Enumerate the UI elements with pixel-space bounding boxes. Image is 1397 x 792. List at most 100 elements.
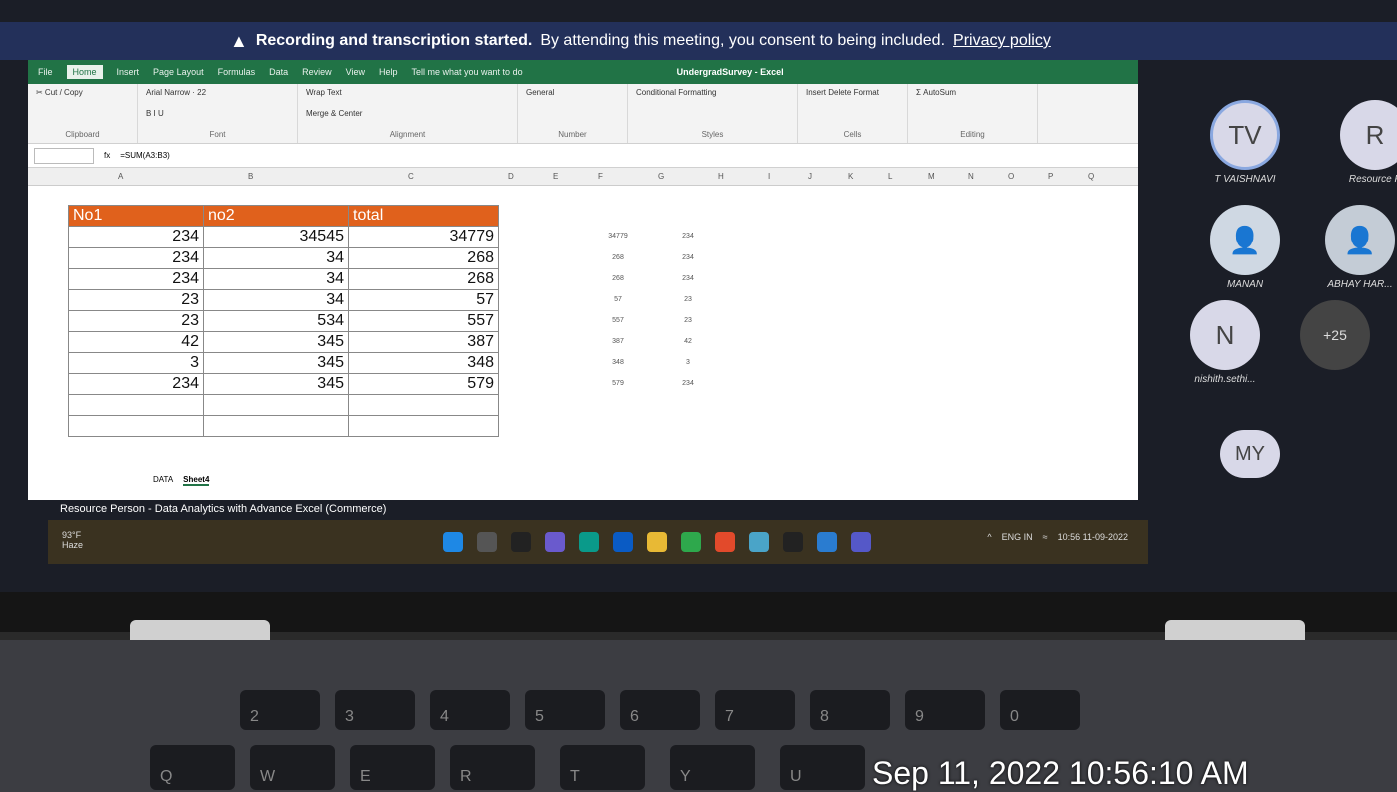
header-cell[interactable]: no2: [203, 205, 349, 227]
table-row: 23 534 557: [68, 310, 499, 332]
store-icon[interactable]: [613, 532, 633, 552]
list-item: 268 234: [612, 275, 694, 282]
fx-icon: fx: [104, 151, 111, 160]
header-cell[interactable]: No1: [68, 205, 204, 227]
cell[interactable]: [68, 415, 204, 437]
table-row: [68, 394, 499, 416]
cell[interactable]: 534: [203, 310, 349, 332]
cell[interactable]: 23: [68, 310, 204, 332]
cell[interactable]: 42: [68, 331, 204, 353]
participant-name: Resource P: [1348, 174, 1397, 185]
cell[interactable]: 234: [68, 247, 204, 269]
cell[interactable]: 57: [348, 289, 499, 311]
participant-tile[interactable]: MY: [1220, 430, 1280, 478]
participant-tile[interactable]: 👤 MANAN: [1210, 205, 1280, 290]
cell[interactable]: 234: [68, 373, 204, 395]
ribbon-group-number[interactable]: General Number: [518, 84, 628, 143]
cell[interactable]: 234: [68, 268, 204, 290]
privacy-policy-link[interactable]: Privacy policy: [953, 32, 1051, 50]
sheet-tab-data[interactable]: DATA: [153, 475, 173, 486]
search-icon[interactable]: [477, 532, 497, 552]
app-dark-icon[interactable]: [783, 532, 803, 552]
avatar: 👤: [1325, 205, 1395, 275]
cell[interactable]: 34: [203, 289, 349, 311]
teams-icon[interactable]: [851, 532, 871, 552]
app-shield-icon[interactable]: [715, 532, 735, 552]
document-title: UndergradSurvey - Excel: [676, 67, 784, 77]
cell[interactable]: 3: [68, 352, 204, 374]
cell[interactable]: 34779: [348, 226, 499, 248]
task-view-icon[interactable]: [511, 532, 531, 552]
ribbon-group-font[interactable]: Arial Narrow · 22 B I U Font: [138, 84, 298, 143]
formula-input[interactable]: =SUM(A3:B3): [120, 151, 170, 160]
cell[interactable]: 268: [348, 268, 499, 290]
cell[interactable]: 268: [348, 247, 499, 269]
windows-taskbar: 93°F Haze ^ ENG IN ≈ 10:56 11-09-2022: [48, 520, 1148, 564]
edge-icon[interactable]: [579, 532, 599, 552]
ribbon-group-cells[interactable]: Insert Delete Format Cells: [798, 84, 908, 143]
cell[interactable]: 34545: [203, 226, 349, 248]
ribbon-group-styles[interactable]: Conditional Formatting Styles: [628, 84, 798, 143]
cell[interactable]: 34: [203, 247, 349, 269]
tab-insert[interactable]: Insert: [117, 67, 140, 77]
cell[interactable]: 345: [203, 331, 349, 353]
participant-name: ABHAY HAR...: [1327, 279, 1393, 290]
photos-icon[interactable]: [749, 532, 769, 552]
cell[interactable]: 345: [203, 373, 349, 395]
key-0: 0: [1000, 690, 1080, 730]
chat-icon[interactable]: [545, 532, 565, 552]
cell[interactable]: [68, 394, 204, 416]
sheet-tab-sheet4[interactable]: Sheet4: [183, 475, 210, 486]
ribbon-group-clipboard[interactable]: ✂ Cut / Copy Clipboard: [28, 84, 138, 143]
name-box[interactable]: [34, 147, 94, 164]
participant-tile[interactable]: 👤 ABHAY HAR...: [1325, 205, 1395, 290]
cell[interactable]: 348: [348, 352, 499, 374]
weather-widget[interactable]: 93°F Haze: [62, 530, 83, 550]
key-7: 7: [715, 690, 795, 730]
tab-home[interactable]: Home: [66, 65, 103, 79]
app-blue-icon[interactable]: [817, 532, 837, 552]
cell[interactable]: 557: [348, 310, 499, 332]
clock[interactable]: 10:56 11-09-2022: [1058, 532, 1128, 542]
folder-icon[interactable]: [647, 532, 667, 552]
participant-tile[interactable]: TV T VAISHNAVI: [1210, 100, 1280, 185]
cell[interactable]: [203, 394, 349, 416]
cell[interactable]: 234: [68, 226, 204, 248]
key-5: 5: [525, 690, 605, 730]
chevron-up-icon[interactable]: ^: [987, 532, 991, 542]
avatar: TV: [1210, 100, 1280, 170]
meeting-caption: Resource Person - Data Analytics with Ad…: [60, 503, 387, 515]
tab-formulas[interactable]: Formulas: [218, 67, 256, 77]
overflow-participants[interactable]: +25: [1300, 300, 1370, 370]
tab-review[interactable]: Review: [302, 67, 332, 77]
tab-help[interactable]: Help: [379, 67, 398, 77]
wifi-icon[interactable]: ≈: [1043, 532, 1048, 542]
cell[interactable]: 579: [348, 373, 499, 395]
start-icon[interactable]: [443, 532, 463, 552]
tab-page-layout[interactable]: Page Layout: [153, 67, 204, 77]
participant-tile[interactable]: N nishith.sethi...: [1190, 300, 1260, 385]
cell[interactable]: 345: [203, 352, 349, 374]
cell[interactable]: 387: [348, 331, 499, 353]
header-cell[interactable]: total: [348, 205, 499, 227]
banner-title: Recording and transcription started.: [255, 32, 533, 49]
sheet-tabs: DATA Sheet4: [153, 475, 210, 486]
list-item: 579 234: [612, 380, 694, 387]
tab-view[interactable]: View: [346, 67, 365, 77]
cell[interactable]: 23: [68, 289, 204, 311]
key-u: U: [780, 745, 865, 790]
photo-timestamp: Sep 11, 2022 10:56:10 AM: [872, 755, 1249, 791]
participant-tile[interactable]: R Resource P: [1340, 100, 1397, 185]
cell[interactable]: [348, 415, 499, 437]
cell[interactable]: [203, 415, 349, 437]
cell[interactable]: [348, 394, 499, 416]
tab-data[interactable]: Data: [269, 67, 288, 77]
app-l-icon[interactable]: [681, 532, 701, 552]
cell[interactable]: 34: [203, 268, 349, 290]
ribbon-group-alignment[interactable]: Wrap Text Merge & Center Alignment: [298, 84, 518, 143]
avatar: MY: [1220, 430, 1280, 478]
ribbon-group-editing[interactable]: Σ AutoSum Editing: [908, 84, 1038, 143]
tell-me-search[interactable]: Tell me what you want to do: [412, 67, 523, 77]
tab-file[interactable]: File: [38, 67, 53, 77]
lang-indicator[interactable]: ENG IN: [1002, 532, 1033, 542]
